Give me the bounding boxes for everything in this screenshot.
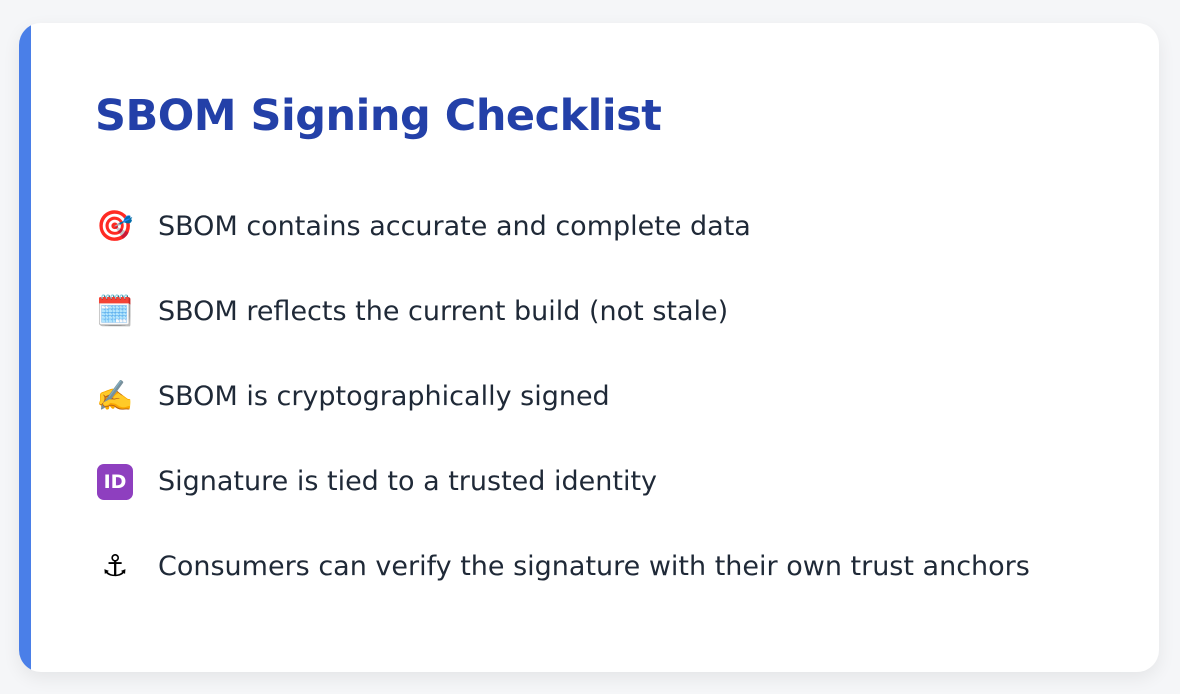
checklist-card: SBOM Signing Checklist 🎯 SBOM contains ac…: [19, 23, 1159, 672]
direct-hit-target-icon: 🎯: [96, 209, 134, 244]
spiral-calendar-icon: 🗓️: [96, 294, 134, 329]
list-item: ⚓ Consumers can verify the signature with…: [95, 524, 1030, 609]
writing-hand-icon: ✍️: [96, 379, 134, 414]
anchor-icon: ⚓: [101, 549, 129, 584]
list-item: 🎯 SBOM contains accurate and complete dat…: [95, 184, 1030, 269]
id-button-icon: ID: [97, 463, 133, 500]
list-item-text: Signature is tied to a trusted identity: [158, 466, 658, 497]
list-item: 🗓️ SBOM reflects the current build (not s…: [95, 269, 1030, 354]
list-item: ✍️ SBOM is cryptographically signed: [95, 354, 1030, 439]
list-item-text: SBOM contains accurate and complete data: [158, 211, 751, 242]
page-title: SBOM Signing Checklist: [95, 91, 662, 141]
list-item-text: SBOM is cryptographically signed: [158, 381, 610, 412]
checklist: 🎯 SBOM contains accurate and complete dat…: [95, 184, 1030, 609]
list-item: ID Signature is tied to a trusted identit…: [95, 439, 1030, 524]
list-item-text: Consumers can verify the signature with …: [158, 551, 1030, 582]
accent-bar: [19, 23, 31, 672]
list-item-text: SBOM reflects the current build (not sta…: [158, 296, 729, 327]
